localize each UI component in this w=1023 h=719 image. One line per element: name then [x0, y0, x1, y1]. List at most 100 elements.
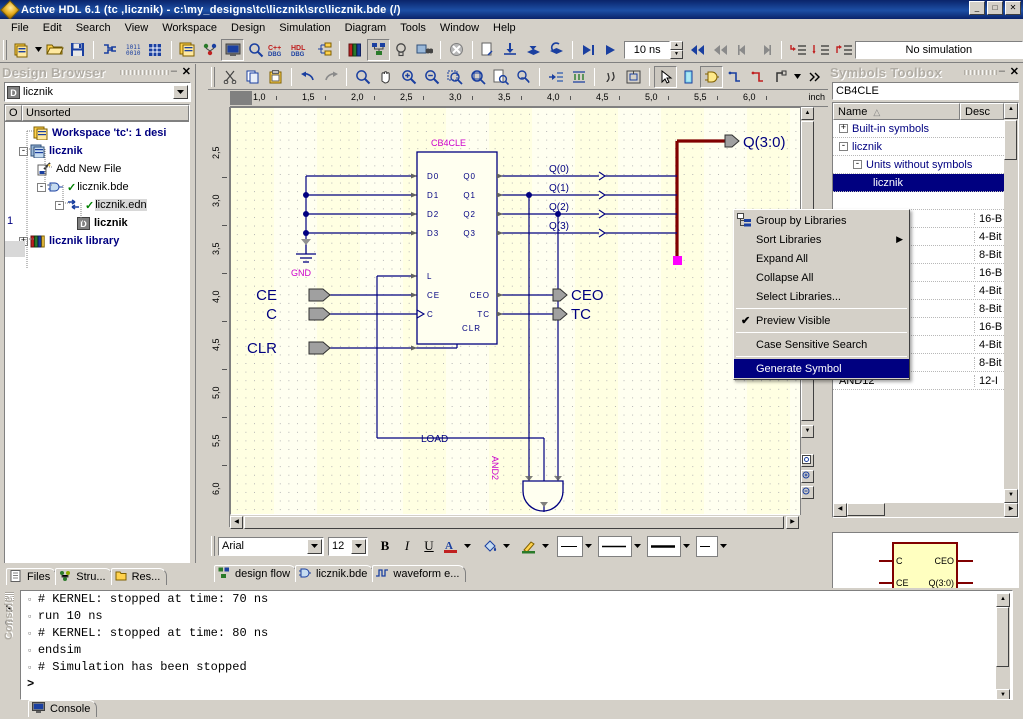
tab-console[interactable]: Console: [28, 700, 98, 717]
menu-design[interactable]: Design: [224, 20, 272, 36]
panel-minimize-icon[interactable]: –: [171, 65, 177, 77]
console-icon[interactable]: [221, 38, 245, 61]
scroll-right-button[interactable]: ▶: [1004, 503, 1018, 517]
close-button[interactable]: ✕: [1005, 1, 1021, 15]
tree-item-add-new-file[interactable]: Add New File: [5, 160, 189, 178]
zoom-page-icon[interactable]: [489, 66, 512, 88]
pan-hand-icon[interactable]: [374, 66, 397, 88]
cut-icon[interactable]: [218, 66, 241, 88]
tree-item-licznik-edn[interactable]: - ✓ licznik.edn: [5, 196, 189, 214]
undo-icon[interactable]: [296, 66, 319, 88]
align-icon[interactable]: [544, 66, 567, 88]
save-icon[interactable]: [67, 39, 90, 61]
menu-item-collapse-all[interactable]: Collapse All: [734, 268, 909, 287]
symbol-search-input[interactable]: CB4CLE: [832, 82, 1019, 100]
tab-structure[interactable]: Stru...: [55, 568, 113, 585]
menu-workspace[interactable]: Workspace: [155, 20, 224, 36]
tree-item-unit-licznik[interactable]: D licznik: [5, 214, 189, 232]
scroll-up-button[interactable]: ▲: [1004, 103, 1018, 119]
zoom-out-icon[interactable]: [420, 66, 443, 88]
compile-stack-icon[interactable]: [522, 39, 545, 61]
redo-icon[interactable]: [319, 66, 342, 88]
tree-expander-minus[interactable]: -: [839, 142, 848, 151]
zoom-previous-icon[interactable]: [512, 66, 535, 88]
line-width-icon[interactable]: [598, 535, 632, 557]
tree-item-licznik-library[interactable]: + licznik library: [5, 232, 189, 250]
scroll-down-button[interactable]: ▼: [801, 425, 814, 438]
menu-item-group-by-libraries[interactable]: Group by Libraries: [734, 211, 909, 230]
port-tool-icon[interactable]: [769, 66, 792, 88]
select-tool-icon[interactable]: [654, 65, 677, 88]
distribute-icon[interactable]: [567, 66, 590, 88]
column-header-name[interactable]: Name △: [833, 103, 960, 120]
menu-item-generate-symbol[interactable]: Generate Symbol: [734, 359, 909, 378]
reinit-icon[interactable]: [545, 39, 568, 61]
init-sim-icon[interactable]: [577, 39, 600, 61]
symbols-list-row[interactable]: [833, 192, 1018, 210]
chevron-down-icon[interactable]: [501, 536, 512, 557]
idea-icon[interactable]: [390, 39, 413, 61]
bus-tap-tool-icon[interactable]: [746, 66, 769, 88]
column-header-order[interactable]: O: [5, 105, 22, 121]
minimize-button[interactable]: _: [969, 1, 985, 15]
zoom-in-icon[interactable]: [397, 66, 420, 88]
zoom-fit-icon[interactable]: [466, 66, 489, 88]
menu-item-preview-visible[interactable]: ✔ Preview Visible: [734, 311, 909, 330]
tree-expander-minus[interactable]: -: [853, 160, 862, 169]
compile-icon[interactable]: [98, 39, 121, 61]
bus-tool-icon[interactable]: [723, 66, 746, 88]
chevron-down-icon[interactable]: [351, 538, 366, 554]
zoom-icon[interactable]: [351, 66, 374, 88]
hdl-debug-icon[interactable]: HDL DBG: [290, 39, 313, 61]
step-over-icon[interactable]: [709, 39, 732, 61]
line-style-icon[interactable]: [557, 535, 583, 557]
library-icon[interactable]: [344, 39, 367, 61]
footprint-icon[interactable]: [599, 66, 622, 88]
step-out-icon[interactable]: [754, 39, 777, 61]
toolbar-grip[interactable]: [3, 39, 7, 60]
chevron-down-icon[interactable]: [173, 85, 188, 99]
design-tree[interactable]: O Unsorted Workspace 'tc': 1 desi - licz…: [4, 104, 190, 572]
maximize-button[interactable]: □: [987, 1, 1003, 15]
schematic-canvas[interactable]: D0 D1 D2 D3 L CE C CLR Q0 Q1 Q2 Q3 CEO T…: [230, 107, 812, 515]
scroll-right-button[interactable]: ▶: [786, 516, 799, 529]
zoom-in-button[interactable]: [801, 470, 814, 483]
new-workspace-icon[interactable]: [10, 39, 33, 61]
preferences-icon[interactable]: [413, 39, 436, 61]
menu-item-expand-all[interactable]: Expand All: [734, 249, 909, 268]
scroll-thumb-vertical[interactable]: [1004, 120, 1017, 160]
fill-color-icon[interactable]: [479, 536, 501, 557]
menu-diagram[interactable]: Diagram: [338, 20, 394, 36]
bold-button[interactable]: B: [374, 536, 396, 557]
console-output[interactable]: ▫ # KERNEL: stopped at time: 70 ns ▫ run…: [20, 590, 1013, 700]
menu-simulation[interactable]: Simulation: [272, 20, 337, 36]
scroll-thumb-vertical[interactable]: [996, 607, 1009, 667]
panel-minimize-icon[interactable]: –: [999, 65, 1005, 77]
chevron-down-icon[interactable]: [681, 536, 692, 557]
menu-item-sort-libraries[interactable]: Sort Libraries ▶: [734, 230, 909, 249]
tab-waveform-editor[interactable]: waveform e...: [372, 565, 467, 582]
trace-over-icon[interactable]: [809, 39, 832, 61]
symbol-tool-icon[interactable]: [700, 65, 723, 88]
chevron-down-icon[interactable]: [718, 536, 729, 557]
menu-item-select-libraries[interactable]: Select Libraries...: [734, 287, 909, 306]
tab-design-flow[interactable]: design flow: [214, 565, 298, 582]
design-selector-combo[interactable]: D licznik: [4, 82, 191, 102]
menu-file[interactable]: File: [4, 20, 36, 36]
new-dropdown-icon[interactable]: [33, 39, 44, 60]
toolbar-grip[interactable]: [211, 66, 215, 87]
panel-splitter-left[interactable]: [196, 64, 208, 585]
zoom-selection-icon[interactable]: [443, 66, 466, 88]
tab-resources[interactable]: Res...: [110, 568, 168, 585]
find-icon[interactable]: [244, 39, 267, 61]
open-icon[interactable]: [44, 39, 67, 61]
trace-into-icon[interactable]: [786, 39, 809, 61]
run-icon[interactable]: [600, 39, 623, 61]
tree-item-design-licznik[interactable]: - licznik: [5, 142, 189, 160]
console-vertical-scrollbar[interactable]: ▲ ▼: [996, 593, 1010, 699]
time-step-field[interactable]: 10 ns: [624, 40, 670, 59]
zoom-out-button[interactable]: [801, 486, 814, 499]
line-color-icon[interactable]: [518, 536, 540, 557]
grid-icon[interactable]: [144, 39, 167, 61]
compile-all-icon[interactable]: [499, 39, 522, 61]
